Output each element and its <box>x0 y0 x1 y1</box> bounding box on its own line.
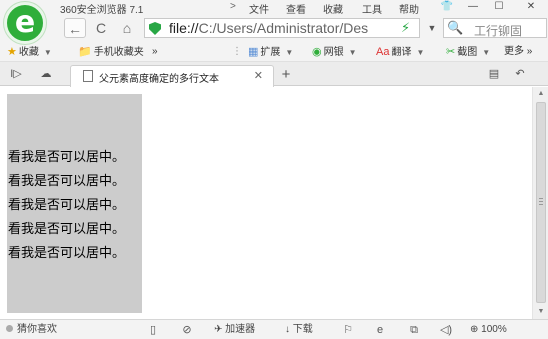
chevron-down-icon: ▼ <box>482 48 491 57</box>
tab-close-icon[interactable]: ✕ <box>254 69 263 82</box>
phone-icon[interactable]: ▯ <box>146 323 160 337</box>
new-tab-button[interactable]: + <box>277 66 295 84</box>
rocket-icon: ✈ <box>214 324 223 335</box>
text-line: 看我是否可以居中。 <box>8 246 126 261</box>
url-text[interactable]: file://C:/Users/Administrator/Des <box>169 20 395 36</box>
folder-icon: 📁 <box>78 46 92 58</box>
grid-icon: ▦ <box>248 46 259 58</box>
text-line: 看我是否可以居中。 <box>8 222 126 237</box>
360-logo-icon[interactable]: e <box>4 2 46 44</box>
tab-title: 父元素高度确定的多行文本 <box>99 74 219 85</box>
translate-button[interactable]: Aa 翻译 ▼ <box>376 44 424 60</box>
minimize-button[interactable]: — <box>462 0 484 13</box>
scrollbar-thumb[interactable] <box>536 102 546 303</box>
title-nav-arrow[interactable]: > <box>230 1 236 12</box>
mobile-favorites-link[interactable]: 📁 手机收藏夹 <box>78 44 144 60</box>
sidebar-toggle-icon[interactable]: I▷ <box>8 66 24 82</box>
chevron-down-icon: ▼ <box>416 48 425 57</box>
status-bar: 猜你喜欢 ▯ ⊘ ✈ 加速器 ↓ 下载 ⚐ e ⧉ ◁) ⊕ 100% <box>0 319 548 339</box>
search-icon[interactable]: 🔍 <box>447 20 463 36</box>
scroll-up-icon[interactable]: ▲ <box>533 87 548 101</box>
text-lines: 看我是否可以居中。 看我是否可以居中。 看我是否可以居中。 看我是否可以居中。 … <box>8 146 125 266</box>
download-button[interactable]: ↓ 下载 <box>285 323 313 337</box>
scroll-down-icon[interactable]: ▼ <box>533 305 548 319</box>
search-placeholder: 工行铆固 <box>474 24 523 38</box>
chevron-down-icon: ▼ <box>43 48 52 57</box>
flag-icon[interactable]: ⚐ <box>341 323 355 337</box>
title-bar: 360安全浏览器 7.1 > 文件 查看 收藏 工具 帮助 👕 — ☐ ✕ <box>0 0 548 16</box>
text-line: 看我是否可以居中。 <box>8 174 126 189</box>
address-field[interactable]: file://C:/Users/Administrator/Des ⚡ <box>144 18 420 38</box>
zoom-icon: ⊕ <box>470 324 479 335</box>
scissors-icon: ✂ <box>446 46 456 58</box>
separator-icon: ⋮ <box>232 46 242 57</box>
address-dropdown-icon[interactable]: ▼ <box>424 18 440 38</box>
text-line: 看我是否可以居中。 <box>8 150 126 165</box>
extensions-button[interactable]: ▦ 扩展 ▼ <box>248 44 293 60</box>
cloud-icon[interactable]: ☁ <box>38 66 54 82</box>
tab-list-icon[interactable]: ▤ <box>486 66 502 82</box>
chevron-down-icon: ▼ <box>285 48 294 57</box>
grip-icon <box>539 198 543 205</box>
favorites-button[interactable]: ★ 收藏 ▼ <box>7 44 52 60</box>
shield-icon <box>149 22 161 35</box>
undo-close-icon[interactable]: ↶ <box>512 66 528 82</box>
search-input[interactable]: 🔍 工行铆固 <box>443 18 547 38</box>
guess-you-like-link[interactable]: 猜你喜欢 <box>6 323 57 337</box>
parent-box: 看我是否可以居中。 看我是否可以居中。 看我是否可以居中。 看我是否可以居中。 … <box>7 94 142 313</box>
document-icon <box>83 70 93 82</box>
close-button[interactable]: ✕ <box>520 0 542 13</box>
screenshot-button[interactable]: ✂ 截图 ▼ <box>446 44 490 60</box>
lightning-icon[interactable]: ⚡ <box>401 20 410 36</box>
accelerator-button[interactable]: ✈ 加速器 <box>214 323 255 337</box>
text-line: 看我是否可以居中。 <box>8 198 126 213</box>
speed-icon[interactable]: ⊘ <box>180 323 194 337</box>
tab-bar: I▷ ☁ 父元素高度确定的多行文本 ✕ + ▤ ↶ <box>0 62 548 87</box>
download-icon: ↓ <box>285 324 290 335</box>
maximize-button[interactable]: ☐ <box>488 0 510 13</box>
sound-icon[interactable]: ◁) <box>439 323 453 337</box>
tab-active[interactable]: 父元素高度确定的多行文本 ✕ <box>70 65 274 87</box>
chevron-down-icon: ▼ <box>348 48 357 57</box>
refresh-button[interactable]: C <box>90 18 112 38</box>
netbank-button[interactable]: ◉ 网银 ▼ <box>312 44 357 60</box>
vertical-scrollbar[interactable]: ▲ ▼ <box>532 87 548 319</box>
window-icon[interactable]: ⧉ <box>407 323 421 337</box>
translate-icon: Aa <box>376 46 390 58</box>
zoom-control[interactable]: ⊕ 100% <box>470 323 507 337</box>
more-button[interactable]: 更多 » <box>504 44 532 60</box>
bookmarks-bar: ★ 收藏 ▼ 📁 手机收藏夹 » ⋮ ▦ 扩展 ▼ ◉ 网银 ▼ Aa 翻译 ▼ ✂ 截图 ▼ 更多 … <box>0 42 548 62</box>
page-content: 看我是否可以居中。 看我是否可以居中。 看我是否可以居中。 看我是否可以居中。 … <box>0 87 532 319</box>
address-toolbar: ← C ⌂ file://C:/Users/Administrator/Des … <box>0 14 548 42</box>
ie-icon[interactable]: e <box>373 323 387 337</box>
home-icon[interactable]: ⌂ <box>116 18 138 38</box>
bookmarks-overflow[interactable]: » <box>152 44 158 60</box>
bank-icon: ◉ <box>312 46 322 58</box>
back-arrow-icon[interactable]: ← <box>64 18 86 38</box>
skin-icon[interactable]: 👕 <box>436 0 458 13</box>
dot-icon <box>6 325 13 332</box>
star-icon: ★ <box>7 46 17 58</box>
